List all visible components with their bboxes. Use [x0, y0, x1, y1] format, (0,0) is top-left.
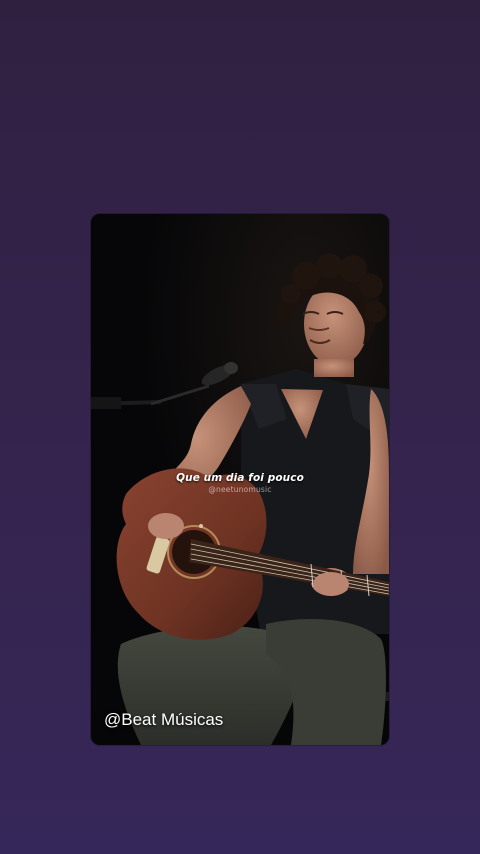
channel-watermark: @Beat Músicas [104, 710, 224, 729]
performer-right-hand [148, 513, 184, 539]
story-video-card[interactable]: Que um dia foi pouco @neetunomusic @Beat… [91, 214, 389, 745]
performer-left-hand [313, 572, 349, 596]
lyric-caption: Que um dia foi pouco [176, 472, 304, 484]
music-credit-handle: @neetunomusic [208, 485, 272, 494]
